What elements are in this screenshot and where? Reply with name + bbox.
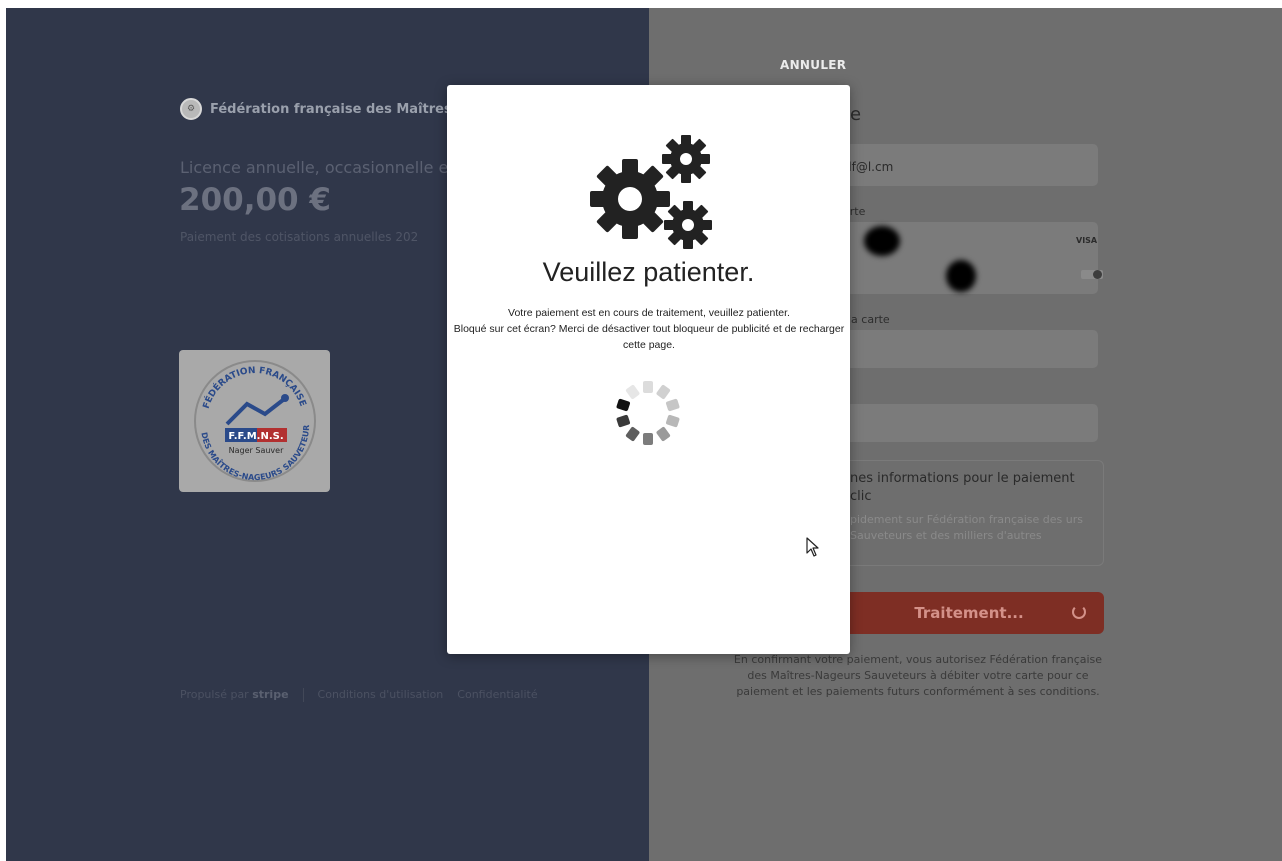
footer-divider bbox=[302, 688, 304, 702]
modal-message: Votre paiement est en cours de traitemen… bbox=[449, 305, 849, 353]
checkout-page: ⚙ Fédération française des Maîtres-N Lic… bbox=[6, 8, 1282, 861]
powered-by-label: Propulsé par bbox=[180, 688, 249, 701]
cardholder-label: la carte bbox=[848, 313, 890, 326]
logo-motto: Nager Sauver bbox=[228, 446, 283, 455]
save-info-description: pidement sur Fédération française des ur… bbox=[850, 513, 1083, 542]
email-value: df@l.cm bbox=[844, 160, 894, 174]
country-field[interactable] bbox=[836, 404, 1098, 442]
cardholder-field[interactable] bbox=[836, 330, 1098, 368]
footer-links: Propulsé par stripe Conditions d'utilisa… bbox=[180, 688, 538, 702]
merchant-header: ⚙ Fédération française des Maîtres-N bbox=[180, 98, 468, 120]
price-description: Paiement des cotisations annuelles 202 bbox=[180, 230, 419, 244]
terms-link[interactable]: Conditions d'utilisation bbox=[318, 688, 444, 702]
privacy-link[interactable]: Confidentialité bbox=[457, 688, 537, 702]
product-name: Licence annuelle, occasionnelle et d bbox=[180, 158, 470, 177]
pay-button[interactable]: Traitement... bbox=[834, 592, 1104, 634]
mouse-cursor-icon bbox=[806, 537, 819, 557]
powered-by: Propulsé par stripe bbox=[180, 688, 289, 702]
mastercard-icon bbox=[1081, 270, 1103, 279]
merchant-logo-icon: ⚙ bbox=[180, 98, 202, 120]
stripe-link[interactable]: stripe bbox=[252, 688, 288, 701]
product-image: FÉDÉRATION FRANÇAISE DES MAÎTRES-NAGEURS… bbox=[179, 350, 330, 492]
modal-message-line: Votre paiement est en cours de traitemen… bbox=[508, 307, 790, 319]
ffmns-logo-icon: FÉDÉRATION FRANÇAISE DES MAÎTRES-NAGEURS… bbox=[185, 356, 316, 482]
redaction-blob bbox=[864, 226, 900, 256]
loading-spinner-icon bbox=[616, 381, 680, 445]
modal-title: Veuillez patienter. bbox=[542, 257, 755, 287]
pay-button-label: Traitement... bbox=[914, 604, 1024, 622]
gears-icon bbox=[590, 135, 712, 249]
loading-spinner-icon bbox=[1072, 605, 1086, 619]
product-price: 200,00 € bbox=[179, 182, 331, 218]
legal-text: En confirmant votre paiement, vous autor… bbox=[733, 653, 1103, 698]
logo-acronym: F.F.M.N.S. bbox=[228, 431, 283, 442]
visa-icon: VISA bbox=[1076, 236, 1098, 245]
save-info-title: nes informations pour le paiement clic bbox=[850, 471, 1075, 504]
redaction-blob bbox=[946, 260, 976, 292]
modal-message-line: Bloqué sur cet écran? Merci de désactive… bbox=[453, 323, 845, 351]
merchant-name: Fédération française des Maîtres-N bbox=[210, 101, 468, 117]
processing-modal: Veuillez patienter. Votre paiement est e… bbox=[447, 85, 850, 654]
cancel-button[interactable]: ANNULER bbox=[780, 58, 846, 72]
